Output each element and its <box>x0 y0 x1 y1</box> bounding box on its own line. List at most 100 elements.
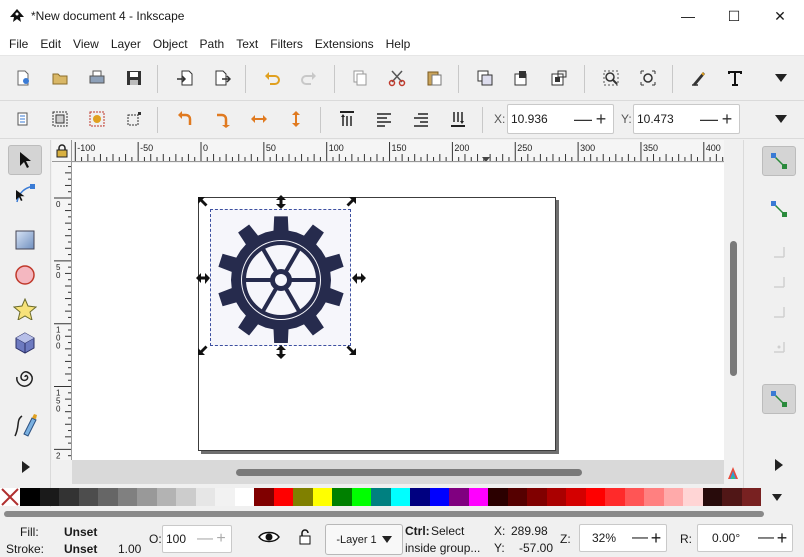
menu-object[interactable]: Object <box>147 32 194 56</box>
color-swatch[interactable] <box>488 488 508 506</box>
menu-layer[interactable]: Layer <box>105 32 147 56</box>
color-swatch[interactable] <box>156 488 176 506</box>
color-swatch[interactable] <box>254 488 274 506</box>
zoom-in-button[interactable]: + <box>648 528 664 549</box>
commands-overflow-button[interactable] <box>768 65 794 91</box>
color-swatch[interactable] <box>117 488 137 506</box>
print-button[interactable] <box>84 65 110 91</box>
color-swatch[interactable] <box>78 488 98 506</box>
ellipse-tool[interactable] <box>8 260 42 290</box>
color-swatch[interactable] <box>605 488 625 506</box>
import-button[interactable] <box>172 65 198 91</box>
menu-path[interactable]: Path <box>194 32 231 56</box>
color-swatch[interactable] <box>683 488 703 506</box>
redo-button[interactable] <box>296 65 322 91</box>
menu-help[interactable]: Help <box>380 32 417 56</box>
3d-box-tool[interactable] <box>8 328 42 358</box>
raise-button[interactable] <box>371 106 397 132</box>
opacity-spinbox[interactable]: 100 — + <box>162 525 232 553</box>
color-swatch[interactable] <box>195 488 215 506</box>
star-tool[interactable] <box>8 294 42 324</box>
duplicate-button[interactable] <box>472 65 498 91</box>
color-swatch[interactable] <box>741 488 761 506</box>
vertical-scrollbar-thumb[interactable] <box>730 241 737 376</box>
node-tool[interactable] <box>8 179 42 209</box>
invert-selection-button[interactable] <box>84 106 110 132</box>
opacity-value[interactable]: 100 <box>163 532 197 546</box>
snap-bbox-corners-button[interactable] <box>762 267 796 297</box>
horizontal-scrollbar[interactable] <box>72 460 724 484</box>
color-swatch[interactable] <box>429 488 449 506</box>
y-decrement-button[interactable]: — <box>700 105 718 133</box>
rectangle-tool[interactable] <box>8 225 42 255</box>
toggle-lock-button[interactable] <box>298 529 312 548</box>
deselect-button[interactable] <box>121 106 147 132</box>
color-swatch[interactable] <box>234 488 254 506</box>
undo-button[interactable] <box>259 65 285 91</box>
cut-button[interactable] <box>384 65 410 91</box>
color-swatch[interactable] <box>273 488 293 506</box>
rotate-ccw-button[interactable] <box>172 106 198 132</box>
flip-horizontal-button[interactable] <box>246 106 272 132</box>
zoom-drawing-button[interactable] <box>635 65 661 91</box>
y-value[interactable]: 10.473 <box>634 112 700 126</box>
color-manage-button[interactable] <box>724 462 742 484</box>
snap-toggle-button[interactable] <box>762 146 796 176</box>
color-swatch[interactable] <box>293 488 313 506</box>
guide-lock-button[interactable] <box>52 140 72 162</box>
maximize-button[interactable]: ☐ <box>711 0 757 32</box>
color-swatch[interactable] <box>449 488 469 506</box>
fill-stroke-button[interactable] <box>686 65 712 91</box>
scale-handle-arrows[interactable] <box>196 195 366 359</box>
color-swatch[interactable] <box>585 488 605 506</box>
color-swatch[interactable] <box>390 488 410 506</box>
drawing-canvas[interactable] <box>72 163 724 460</box>
controls-overflow-button[interactable] <box>768 106 794 132</box>
x-value[interactable]: 10.936 <box>508 112 574 126</box>
rotate-decrement-button[interactable]: — <box>758 529 774 547</box>
layer-selector[interactable]: -Layer 1 <box>325 524 403 555</box>
color-swatch[interactable] <box>312 488 332 506</box>
menu-file[interactable]: File <box>3 32 34 56</box>
fill-value[interactable]: Unset <box>64 525 97 539</box>
color-swatch[interactable] <box>702 488 722 506</box>
color-swatch[interactable] <box>59 488 79 506</box>
horizontal-scrollbar-thumb[interactable] <box>236 469 582 476</box>
open-button[interactable] <box>47 65 73 91</box>
color-swatch[interactable] <box>624 488 644 506</box>
palette-scrollbar[interactable] <box>0 507 804 521</box>
opacity-decrement-button[interactable]: — <box>197 530 213 548</box>
color-swatch[interactable] <box>39 488 59 506</box>
color-swatch[interactable] <box>527 488 547 506</box>
palette-menu-button[interactable] <box>772 493 782 504</box>
new-document-button[interactable] <box>10 65 36 91</box>
y-increment-button[interactable]: + <box>718 105 736 133</box>
rotation-value[interactable]: 0.00° <box>698 531 758 545</box>
zoom-selection-button[interactable] <box>598 65 624 91</box>
menu-edit[interactable]: Edit <box>34 32 67 56</box>
toggle-visibility-button[interactable] <box>258 529 280 548</box>
rotate-increment-button[interactable]: + <box>774 528 790 549</box>
paste-button[interactable] <box>421 65 447 91</box>
selection-handles[interactable] <box>192 191 372 371</box>
select-all-button[interactable] <box>10 106 36 132</box>
color-swatch[interactable] <box>98 488 118 506</box>
raise-to-top-button[interactable] <box>334 106 360 132</box>
color-swatch[interactable] <box>644 488 664 506</box>
menu-filters[interactable]: Filters <box>264 32 309 56</box>
color-swatch[interactable] <box>137 488 157 506</box>
x-decrement-button[interactable]: — <box>574 105 592 133</box>
flip-vertical-button[interactable] <box>283 106 309 132</box>
rotation-spinbox[interactable]: 0.00° — + <box>697 524 793 552</box>
x-spinbox[interactable]: 10.936 — + <box>507 104 614 134</box>
clone-button[interactable] <box>509 65 535 91</box>
menu-extensions[interactable]: Extensions <box>309 32 380 56</box>
horizontal-ruler[interactable]: -100 -50 0 50 100 150 200 250 300 350 400 <box>72 140 724 162</box>
zoom-out-button[interactable]: — <box>632 529 648 547</box>
export-button[interactable] <box>209 65 235 91</box>
snap-center-button[interactable] <box>762 332 796 362</box>
spiral-tool[interactable] <box>8 362 42 392</box>
lower-to-bottom-button[interactable] <box>445 106 471 132</box>
rotate-cw-button[interactable] <box>209 106 235 132</box>
stroke-value[interactable]: Unset <box>64 542 97 556</box>
